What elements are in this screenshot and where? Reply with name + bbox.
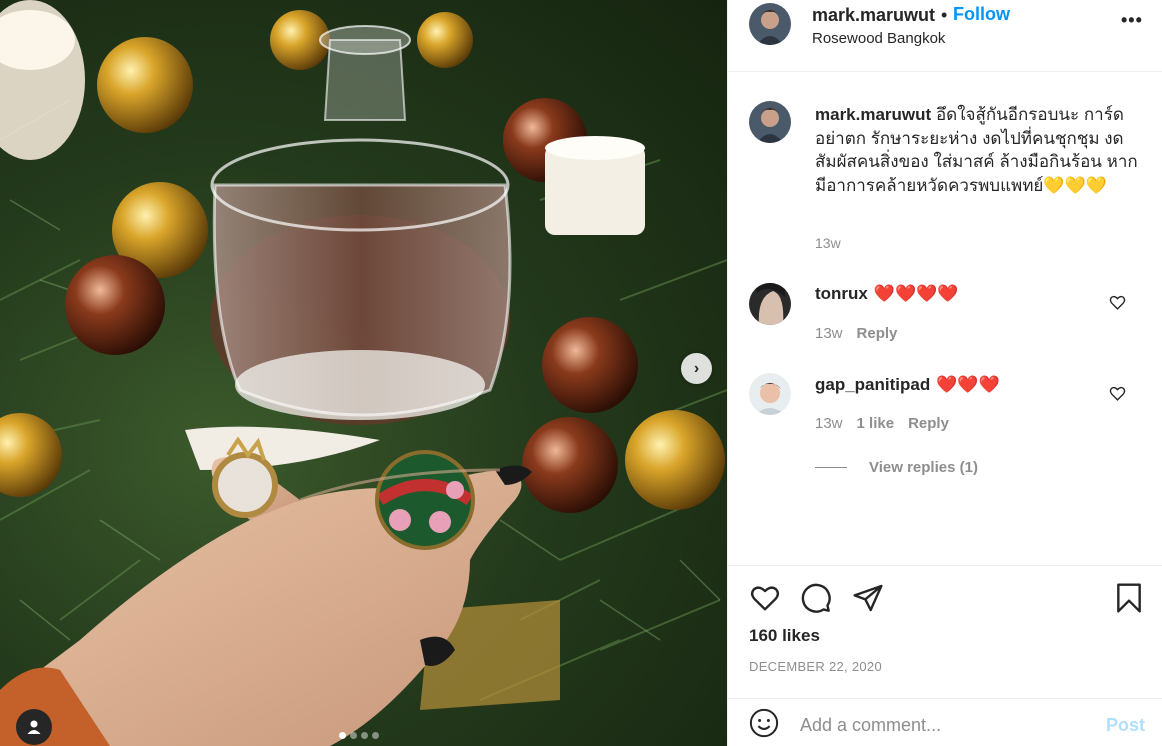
comment-input[interactable] [800, 709, 1090, 741]
comment-composer: Post [728, 698, 1162, 746]
comment-meta: 13w Reply [815, 325, 897, 342]
caption-timestamp: 13w [815, 235, 841, 251]
photo-scene [0, 0, 727, 746]
comment-bubble-icon[interactable] [800, 582, 832, 614]
likes-count[interactable]: 160 likes [749, 626, 820, 646]
paper-plane-icon[interactable] [852, 582, 884, 614]
user-tag-button[interactable] [16, 709, 52, 745]
instagram-post: › mark.maruwut • Follow Rosewood Bangkok… [0, 0, 1162, 746]
comment-text: ❤️❤️❤️❤️ [873, 284, 959, 303]
next-photo-button[interactable]: › [681, 353, 712, 384]
replies-divider-line [815, 467, 847, 468]
comment-username[interactable]: tonrux [815, 284, 868, 304]
comment-item: gap_panitipad ❤️❤️❤️ [815, 375, 1000, 395]
caption-emoji: 💛💛💛 [1043, 175, 1107, 195]
carousel-dot [350, 732, 357, 739]
post-location[interactable]: Rosewood Bangkok [812, 30, 945, 47]
carousel-dot [372, 732, 379, 739]
post-side-panel: mark.maruwut • Follow Rosewood Bangkok •… [727, 0, 1162, 746]
heart-icon[interactable] [749, 582, 781, 614]
comment-text: ❤️❤️❤️ [936, 375, 1000, 394]
smiley-icon[interactable] [749, 708, 779, 738]
comment-meta: 13w 1 like Reply [815, 415, 949, 432]
author-avatar[interactable] [749, 3, 791, 45]
header-separator: • [941, 5, 948, 25]
post-date: DECEMBER 22, 2020 [749, 659, 882, 674]
post-actions: 160 likes DECEMBER 22, 2020 [728, 565, 1162, 683]
view-replies-label: View replies (1) [869, 459, 978, 476]
comment-username[interactable]: gap_panitipad [815, 375, 930, 395]
author-username[interactable]: mark.maruwut [812, 5, 935, 26]
user-tag-icon [27, 720, 41, 734]
post-photo[interactable]: › [0, 0, 727, 746]
comment-timestamp: 13w [815, 325, 843, 342]
comment-timestamp: 13w [815, 415, 843, 432]
carousel-indicator [339, 732, 379, 739]
bookmark-icon[interactable] [1113, 582, 1145, 614]
comment-like-heart-icon[interactable] [1109, 294, 1126, 311]
comment-like-heart-icon[interactable] [1109, 385, 1126, 402]
post-header: mark.maruwut • Follow Rosewood Bangkok •… [728, 0, 1162, 72]
reply-button[interactable]: Reply [908, 415, 949, 432]
view-replies-button[interactable]: View replies (1) [815, 459, 978, 476]
reply-button[interactable]: Reply [857, 325, 898, 342]
caption-username[interactable]: mark.maruwut [815, 105, 931, 124]
follow-button[interactable]: Follow [953, 4, 1010, 25]
comment-item: tonrux ❤️❤️❤️❤️ [815, 284, 959, 304]
commenter-avatar[interactable] [749, 373, 791, 415]
comment-likes-count[interactable]: 1 like [857, 415, 895, 432]
commenter-avatar[interactable] [749, 283, 791, 325]
chevron-right-icon: › [693, 359, 700, 377]
carousel-dot [339, 732, 346, 739]
more-options-icon[interactable]: ••• [1121, 10, 1143, 31]
post-comment-button[interactable]: Post [1106, 715, 1145, 736]
carousel-dot [361, 732, 368, 739]
caption-avatar[interactable] [749, 101, 791, 143]
post-caption: mark.maruwut อึดใจสู้กันอีกรอบนะ การ์ดอย… [815, 103, 1140, 197]
